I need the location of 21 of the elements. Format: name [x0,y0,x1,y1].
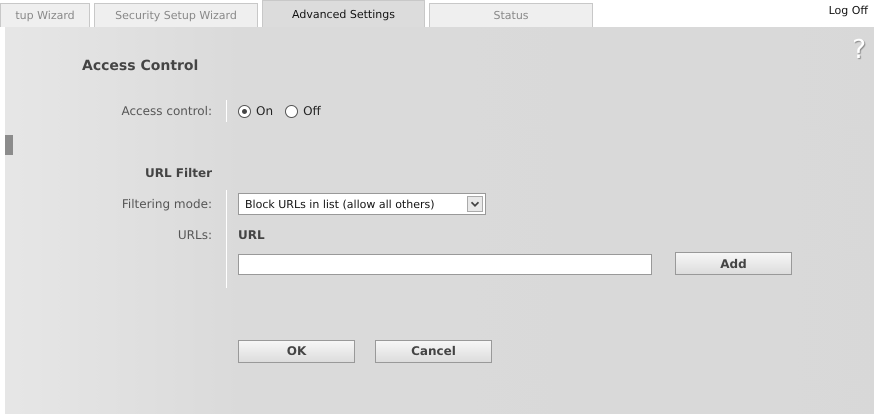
url-input[interactable] [238,254,652,275]
field-label: URLs: [176,228,212,242]
tab[interactable]: Advanced Settings [262,0,425,27]
radio-label: On [256,104,274,118]
field-label: Access control: [120,104,212,118]
filtering-mode-dropdown[interactable]: Block URLs in list (allow all others) [238,193,486,215]
radio-option[interactable]: On [238,104,274,118]
section-heading: URL Filter [144,166,212,180]
field-label: Filtering mode: [120,197,212,211]
ok-button[interactable]: OK [238,340,355,362]
radio-icon[interactable] [285,104,298,118]
radio-label: Off [303,104,321,118]
side-handle[interactable] [5,135,13,155]
log-off-link[interactable]: Log Off [828,4,868,17]
radio-option[interactable]: Off [285,104,321,118]
cancel-button[interactable]: Cancel [375,340,492,362]
add-button[interactable]: Add [675,252,792,275]
page-title: Access Control [82,58,200,76]
column-header: URL [238,228,265,242]
caret-icon [467,196,483,212]
radio-icon[interactable] [238,104,251,118]
